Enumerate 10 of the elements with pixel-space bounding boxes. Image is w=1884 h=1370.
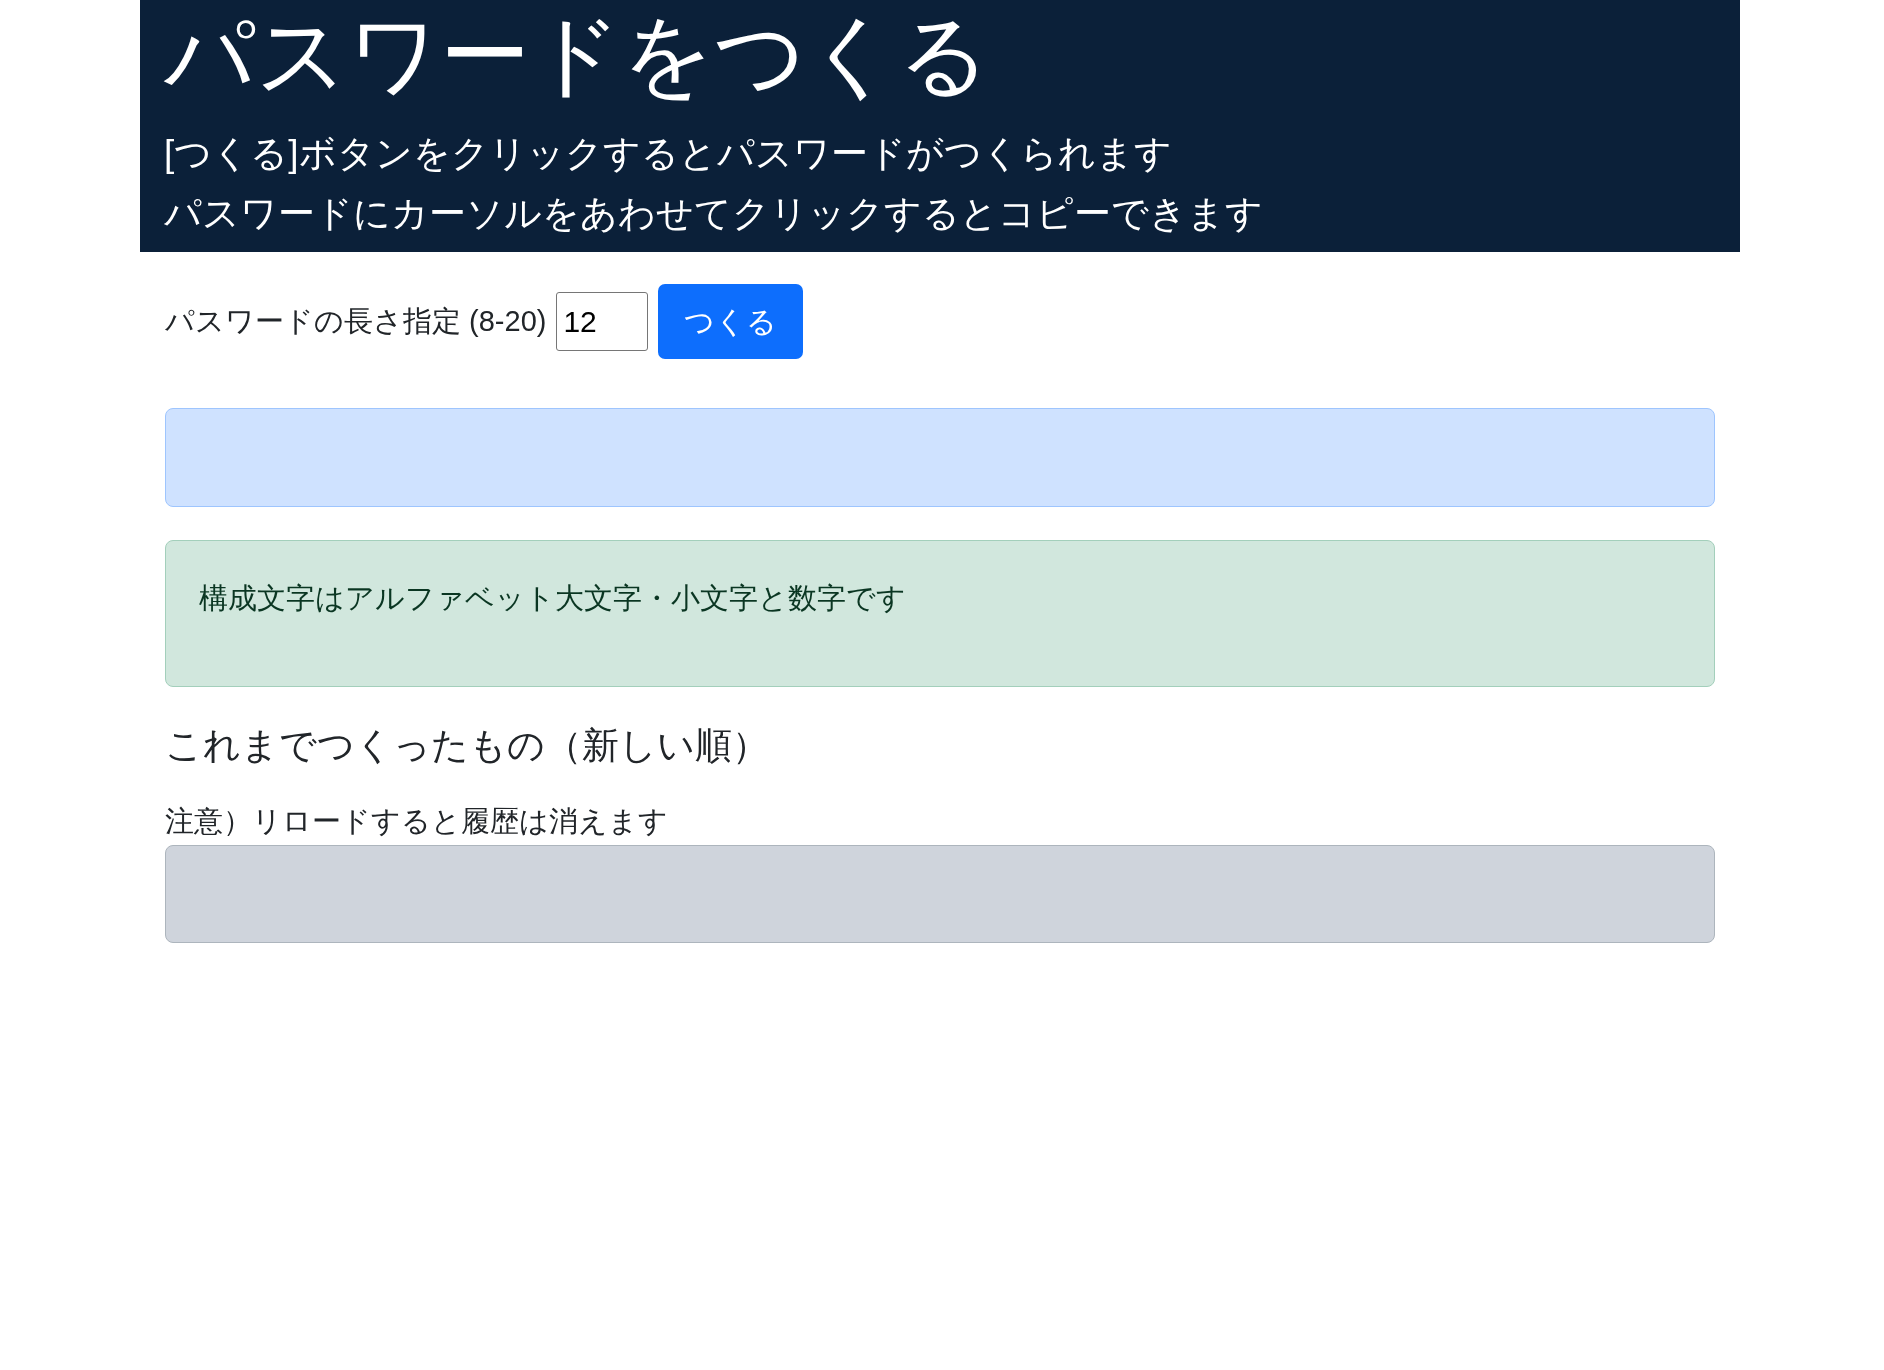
description-line: パスワードにカーソルをあわせてクリックするとコピーできます: [164, 192, 1264, 236]
history-heading: これまでつくったもの（新しい順）: [165, 724, 770, 768]
password-output-box[interactable]: [165, 408, 1715, 507]
history-note: 注意）リロードすると履歴は消えます: [165, 804, 669, 839]
page-title: パスワードをつくる: [164, 4, 991, 107]
generate-button[interactable]: つくる: [658, 284, 804, 359]
description-line: [つくる]ボタンをクリックするとパスワードがつくられます: [164, 132, 1173, 176]
length-label: パスワードの長さ指定 (8-20): [165, 303, 547, 339]
length-input[interactable]: 12: [556, 292, 649, 351]
info-text: 構成文字はアルファベット大文字・小文字と数字です: [199, 582, 906, 614]
